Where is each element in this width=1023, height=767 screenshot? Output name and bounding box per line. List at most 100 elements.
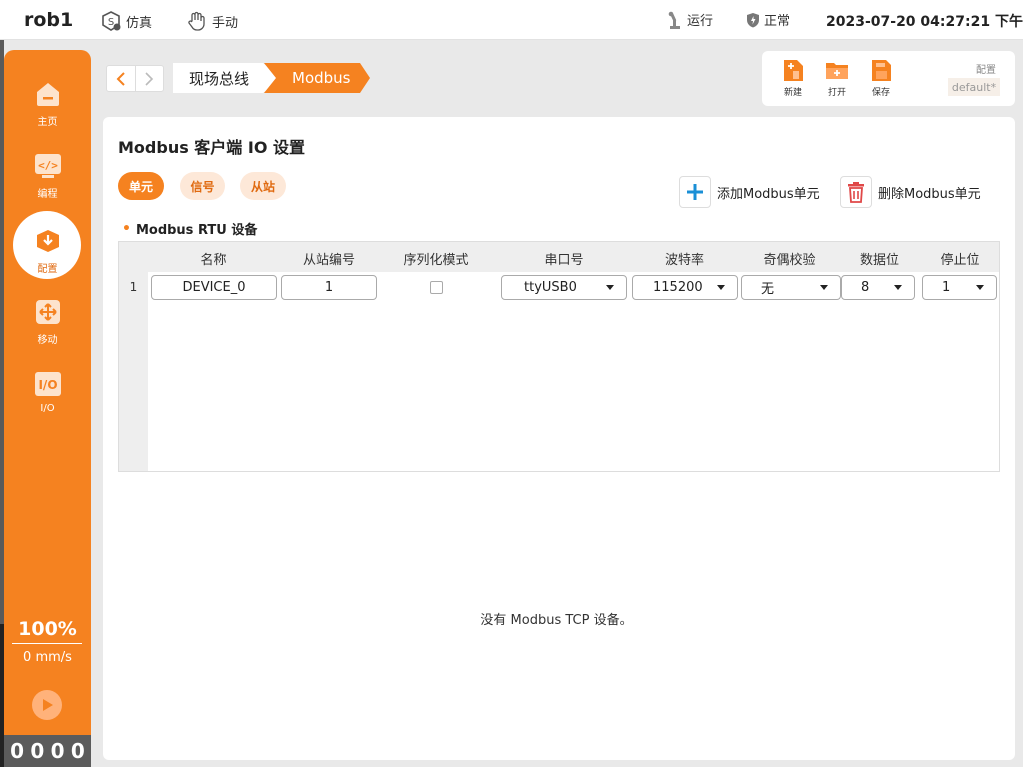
datetime: 2023-07-20 04:27:21 下午 [826, 14, 1023, 30]
config-icon [36, 230, 59, 252]
delete-unit-label: 删除Modbus单元 [878, 186, 981, 202]
status-label: 正常 [764, 14, 791, 29]
code-icon: </> [34, 154, 61, 178]
caret-down-icon [820, 285, 828, 290]
new-file-icon [784, 60, 803, 81]
add-unit-label: 添加Modbus单元 [717, 186, 820, 202]
add-unit-button[interactable]: 添加Modbus单元 [679, 175, 820, 209]
stop-bits-value: 1 [942, 280, 951, 295]
status-indicator: 正常 [746, 10, 790, 29]
column-header-baud: 波特率 [664, 253, 704, 268]
column-header-data-bits: 数据位 [859, 253, 899, 268]
sidebar-item-label: 配置 [37, 264, 58, 275]
chevron-right-icon [145, 71, 154, 86]
hand-icon [188, 11, 205, 31]
io-counter: 0 0 0 0 [4, 735, 91, 767]
manual-label: 手动 [212, 15, 239, 31]
serialize-checkbox[interactable] [430, 281, 443, 294]
sidebar-item-label: 编程 [37, 189, 58, 200]
device-name-input[interactable]: DEVICE_0 [151, 275, 277, 300]
column-header-serialize: 序列化模式 [403, 253, 469, 268]
stop-bits-select[interactable]: 1 [922, 275, 997, 300]
delete-unit-button[interactable]: 删除Modbus单元 [840, 175, 981, 209]
simulation-mode[interactable]: S 仿真 [100, 10, 152, 32]
save-icon [872, 60, 891, 81]
play-icon [43, 699, 53, 711]
row-index: 1 [129, 280, 138, 294]
tab-unit[interactable]: 单元 [118, 172, 164, 200]
data-bits-value: 8 [861, 280, 870, 295]
column-header-parity: 奇偶校验 [763, 253, 816, 268]
column-header-slave-id: 从站编号 [302, 253, 355, 268]
sidebar-item-io[interactable]: I/O I/O [4, 363, 91, 431]
sidebar-item-program[interactable]: </> 编程 [4, 145, 91, 213]
counter-digit: 0 [10, 739, 25, 763]
parity-value: 无 [761, 282, 775, 297]
robot-name: rob1 [24, 9, 74, 31]
column-header-name: 名称 [200, 253, 227, 268]
parity-select[interactable]: 无 [741, 275, 841, 300]
open-folder-icon [826, 63, 848, 79]
sidebar-item-config[interactable]: 配置 [4, 220, 91, 288]
new-button[interactable]: 新建 [775, 57, 811, 98]
save-button[interactable]: 保存 [863, 57, 899, 98]
back-button[interactable] [107, 66, 136, 91]
sidebar-item-label: 主页 [37, 117, 58, 128]
baud-value: 115200 [653, 280, 703, 295]
svg-text:I/O: I/O [38, 378, 57, 392]
new-label: 新建 [783, 88, 802, 98]
simulation-label: 仿真 [126, 15, 153, 31]
tab-slave[interactable]: 从站 [240, 172, 286, 200]
counter-digit: 0 [50, 739, 65, 763]
rtu-section-title: • Modbus RTU 设备 [122, 219, 258, 239]
io-icon: I/O [34, 372, 61, 396]
save-label: 保存 [871, 88, 890, 98]
trash-icon [848, 182, 864, 203]
counter-digit: 0 [70, 739, 85, 763]
slave-id-input[interactable]: 1 [281, 275, 377, 300]
config-label: 配置 [976, 65, 996, 76]
robot-arm-icon [668, 11, 680, 29]
tcp-empty-message: 没有 Modbus TCP 设备。 [480, 613, 633, 628]
move-icon [35, 300, 60, 324]
sidebar-item-home[interactable]: 主页 [4, 73, 91, 141]
rtu-device-table: 名称 从站编号 序列化模式 串口号 波特率 奇偶校验 数据位 停止位 1 DEV… [118, 241, 1000, 472]
breadcrumb-modbus: Modbus [264, 63, 370, 93]
column-header-port: 串口号 [544, 253, 584, 268]
tab-signal[interactable]: 信号 [180, 172, 225, 200]
simulation-icon: S [102, 11, 121, 31]
data-bits-select[interactable]: 8 [841, 275, 915, 300]
speed-divider [12, 643, 82, 644]
caret-down-icon [717, 285, 725, 290]
delete-icon-box [840, 176, 872, 208]
port-value: ttyUSB0 [524, 280, 577, 295]
manual-mode[interactable]: 手动 [186, 10, 238, 32]
sidebar: 主页 </> 编程 配置 移动 I/O I/O 100% 0 mm/s [4, 50, 91, 767]
port-select[interactable]: ttyUSB0 [501, 275, 627, 300]
run-state: 运行 [667, 10, 713, 29]
chevron-left-icon [116, 71, 125, 86]
column-header-stop-bits: 停止位 [940, 253, 980, 268]
sidebar-item-move[interactable]: 移动 [4, 291, 91, 359]
open-button[interactable]: 打开 [819, 57, 855, 98]
rtu-section-label: Modbus RTU 设备 [135, 223, 258, 238]
play-button[interactable] [32, 690, 62, 720]
forward-button[interactable] [136, 66, 164, 91]
add-icon-box [679, 176, 711, 208]
breadcrumb-fieldbus[interactable]: 现场总线 [173, 63, 281, 93]
config-value[interactable]: default* [948, 78, 1000, 96]
page-title: Modbus 客户端 IO 设置 [118, 138, 306, 157]
sidebar-item-label: I/O [40, 403, 55, 414]
run-label: 运行 [687, 14, 714, 29]
caret-down-icon [894, 285, 902, 290]
svg-text:S: S [108, 17, 114, 28]
history-nav [106, 65, 164, 92]
baud-select[interactable]: 115200 [632, 275, 738, 300]
bullet-dot: • [122, 220, 131, 237]
plus-icon [687, 184, 703, 200]
sidebar-item-label: 移动 [37, 335, 58, 346]
caret-down-icon [976, 285, 984, 290]
svg-text:</>: </> [38, 159, 58, 172]
shield-icon [747, 12, 759, 27]
speed-value: 0 mm/s [23, 650, 72, 665]
